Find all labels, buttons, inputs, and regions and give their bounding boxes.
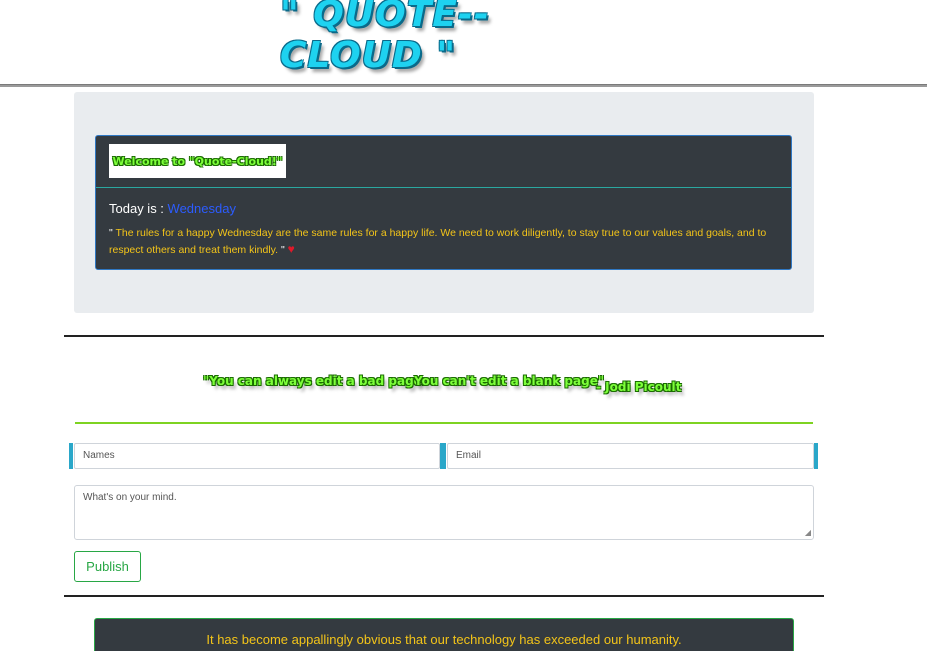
input-separator [440, 443, 446, 469]
heart-icon: ♥ [287, 242, 295, 256]
welcome-badge: Welcome to "Quote-Cloud!" [109, 144, 286, 178]
section-divider-bottom [64, 595, 824, 597]
message-placeholder: What's on your mind. [83, 492, 177, 503]
footer-quote-box: It has become appallingly obvious that o… [94, 618, 794, 651]
today-day: Wednesday [167, 201, 236, 216]
site-logo: " QUOTE--CLOUD " [280, 0, 490, 76]
banner-quote-part2: You can't edit a blank page" [414, 374, 605, 388]
footer-quote: It has become appallingly obvious that o… [206, 632, 682, 647]
message-textarea[interactable]: What's on your mind. ◢ [74, 485, 814, 540]
header-divider [0, 84, 927, 87]
card-header: Welcome to "Quote-Cloud!" [96, 136, 791, 188]
name-input[interactable]: Names [74, 443, 440, 469]
jumbotron: Welcome to "Quote-Cloud!" Today is : Wed… [74, 92, 814, 313]
quote-open: " [109, 227, 113, 239]
welcome-card: Welcome to "Quote-Cloud!" Today is : Wed… [95, 135, 792, 270]
publish-button[interactable]: Publish [74, 551, 141, 582]
today-row: Today is : Wednesday [109, 201, 236, 216]
name-email-row: Names Email [69, 443, 818, 469]
green-divider [75, 422, 813, 424]
quote-banner: "You can always edit a bad page. You can… [0, 366, 927, 406]
daily-quote: " The rules for a happy Wednesday are th… [109, 225, 781, 258]
resize-handle-icon[interactable]: ◢ [805, 528, 811, 537]
banner-quote-part1: "You can always edit a bad page. [203, 374, 427, 388]
banner-quote-author: - Jodi Picoult [596, 380, 682, 394]
today-label: Today is : [109, 201, 164, 216]
section-divider [64, 335, 824, 337]
quote-text: The rules for a happy Wednesday are the … [109, 227, 767, 256]
quote-close: " [280, 244, 285, 256]
email-input[interactable]: Email [447, 443, 814, 469]
